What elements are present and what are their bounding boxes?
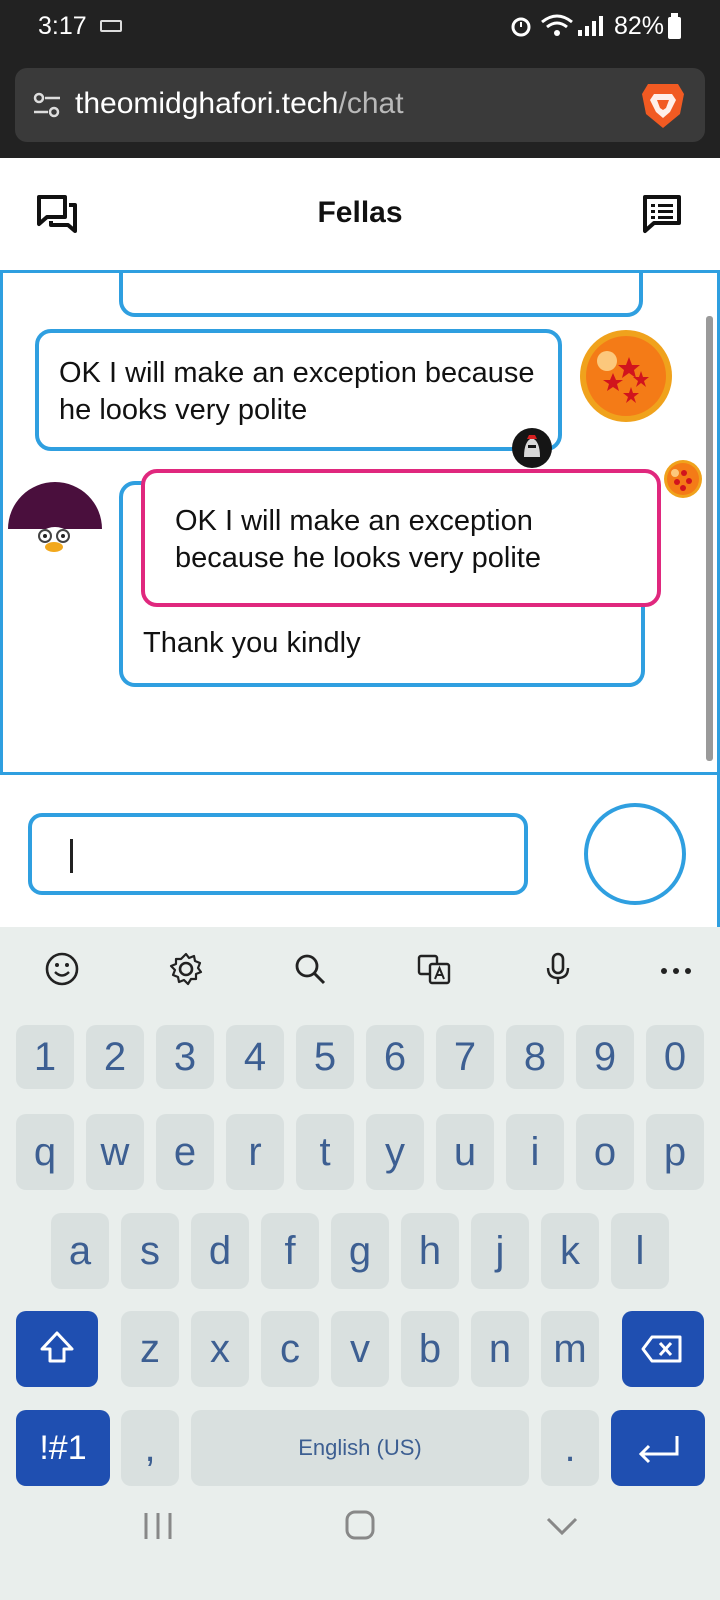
- message-text: OK I will make an exception because he l…: [59, 357, 535, 426]
- signal-icon: [578, 16, 603, 36]
- brave-shields-icon[interactable]: [640, 80, 686, 130]
- microphone-icon[interactable]: [540, 951, 576, 987]
- key-9[interactable]: 9: [576, 1025, 634, 1089]
- page-title: Fellas: [317, 196, 403, 229]
- key-6[interactable]: 6: [366, 1025, 424, 1089]
- key-i[interactable]: i: [506, 1114, 564, 1190]
- status-bar: 3:17 82%: [0, 0, 720, 52]
- status-time: 3:17: [38, 12, 87, 40]
- key-s[interactable]: s: [121, 1213, 179, 1289]
- key-5[interactable]: 5: [296, 1025, 354, 1089]
- quoted-text: OK I will make an exception because he l…: [175, 505, 541, 574]
- key-j[interactable]: j: [471, 1213, 529, 1289]
- key-a[interactable]: a: [51, 1213, 109, 1289]
- search-icon[interactable]: [292, 951, 328, 987]
- quoted-message[interactable]: OK I will make an exception because he l…: [141, 469, 661, 607]
- battery-percent: 82%: [614, 12, 665, 40]
- chat-header: Fellas: [0, 158, 720, 270]
- key-o[interactable]: o: [576, 1114, 634, 1190]
- message-list[interactable]: OK I will make an exception because he l…: [0, 270, 720, 775]
- on-screen-keyboard: 1 2 3 4 5 6 7 8 9 0 q w e r t y u i o p …: [0, 927, 720, 1600]
- shift-arrow-icon: [40, 1331, 74, 1363]
- chat-scrollbar[interactable]: [706, 316, 713, 761]
- backspace-icon: [641, 1335, 682, 1363]
- comma-key[interactable]: ,: [121, 1410, 179, 1486]
- chat-details-icon[interactable]: [642, 194, 682, 234]
- keyboard-indicator-icon: [100, 20, 122, 32]
- key-d[interactable]: d: [191, 1213, 249, 1289]
- key-7[interactable]: 7: [436, 1025, 494, 1089]
- key-n[interactable]: n: [471, 1311, 529, 1387]
- address-bar[interactable]: theomidghafori.tech/chat: [15, 68, 705, 142]
- url-text[interactable]: theomidghafori.tech/chat: [75, 87, 404, 121]
- text-caret: [70, 839, 73, 873]
- key-f[interactable]: f: [261, 1213, 319, 1289]
- shift-key[interactable]: [16, 1311, 98, 1387]
- hide-keyboard-icon[interactable]: [544, 1507, 580, 1543]
- message-input[interactable]: [28, 813, 528, 895]
- enter-key[interactable]: [611, 1410, 705, 1486]
- key-k[interactable]: k: [541, 1213, 599, 1289]
- key-g[interactable]: g: [331, 1213, 389, 1289]
- key-r[interactable]: r: [226, 1114, 284, 1190]
- key-0[interactable]: 0: [646, 1025, 704, 1089]
- key-8[interactable]: 8: [506, 1025, 564, 1089]
- url-host: theomidghafori.tech: [75, 87, 339, 120]
- browser-toolbar: theomidghafori.tech/chat: [0, 52, 720, 158]
- key-3[interactable]: 3: [156, 1025, 214, 1089]
- message-composer: [0, 775, 720, 927]
- period-key[interactable]: .: [541, 1410, 599, 1486]
- wifi-icon: [541, 14, 573, 36]
- translate-icon[interactable]: [416, 951, 452, 987]
- sender-avatar[interactable]: [7, 481, 103, 577]
- message-text: Thank you kindly: [143, 627, 361, 659]
- settings-gear-icon[interactable]: [168, 951, 204, 987]
- key-q[interactable]: q: [16, 1114, 74, 1190]
- space-key[interactable]: English (US): [191, 1410, 529, 1486]
- key-z[interactable]: z: [121, 1311, 179, 1387]
- key-u[interactable]: u: [436, 1114, 494, 1190]
- key-1[interactable]: 1: [16, 1025, 74, 1089]
- home-icon[interactable]: [342, 1507, 378, 1543]
- backspace-key[interactable]: [622, 1311, 704, 1387]
- emoji-icon[interactable]: [44, 951, 80, 987]
- send-button[interactable]: [584, 803, 686, 905]
- key-x[interactable]: x: [191, 1311, 249, 1387]
- message-bubble[interactable]: OK I will make an exception because he l…: [35, 329, 562, 451]
- sender-avatar[interactable]: [579, 329, 673, 423]
- url-path: /chat: [338, 87, 404, 120]
- more-options-icon[interactable]: [658, 951, 694, 987]
- symbols-key[interactable]: !#1: [16, 1410, 110, 1486]
- read-receipt-avatar: [512, 428, 552, 468]
- key-m[interactable]: m: [541, 1311, 599, 1387]
- key-2[interactable]: 2: [86, 1025, 144, 1089]
- image-message-bubble[interactable]: [119, 273, 643, 317]
- battery-icon: [668, 13, 681, 39]
- key-t[interactable]: t: [296, 1114, 354, 1190]
- key-w[interactable]: w: [86, 1114, 144, 1190]
- enter-arrow-icon: [638, 1436, 679, 1464]
- key-l[interactable]: l: [611, 1213, 669, 1289]
- key-h[interactable]: h: [401, 1213, 459, 1289]
- key-4[interactable]: 4: [226, 1025, 284, 1089]
- key-c[interactable]: c: [261, 1311, 319, 1387]
- key-v[interactable]: v: [331, 1311, 389, 1387]
- key-b[interactable]: b: [401, 1311, 459, 1387]
- alarm-icon: [511, 17, 531, 37]
- key-p[interactable]: p: [646, 1114, 704, 1190]
- site-settings-icon[interactable]: [33, 92, 61, 118]
- key-y[interactable]: y: [366, 1114, 424, 1190]
- recent-apps-icon[interactable]: [140, 1507, 176, 1543]
- key-e[interactable]: e: [156, 1114, 214, 1190]
- read-receipt-avatar: [664, 460, 702, 498]
